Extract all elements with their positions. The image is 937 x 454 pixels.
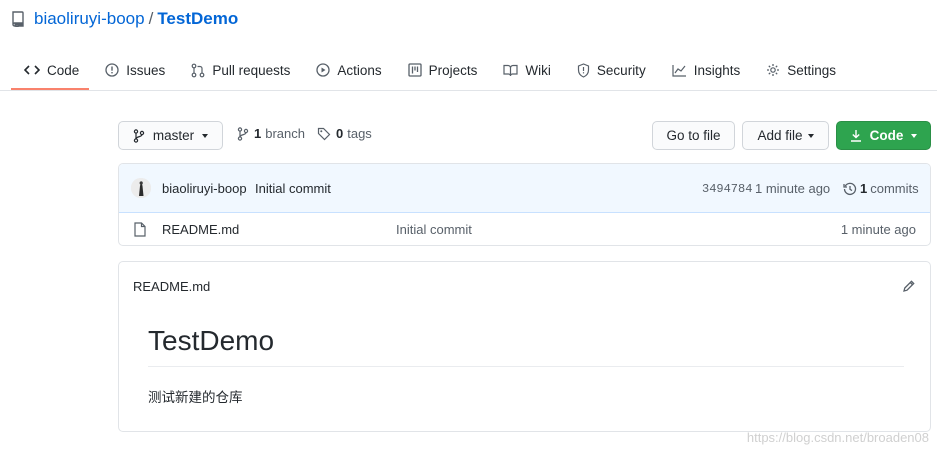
code-button-label: Code <box>869 128 904 143</box>
commits-link[interactable]: 1 commits <box>843 181 919 196</box>
branch-count: 1 <box>254 126 262 141</box>
watermark: https://blog.csdn.net/broaden08 <box>746 430 929 445</box>
code-download-button[interactable]: Code <box>836 121 931 150</box>
tab-label: Wiki <box>525 62 551 78</box>
avatar[interactable] <box>131 178 151 198</box>
branch-icon <box>133 128 145 143</box>
branches-link[interactable]: 1 branch <box>237 126 305 141</box>
branch-icon <box>237 126 249 141</box>
tab-insights[interactable]: Insights <box>659 52 754 88</box>
file-commit-link[interactable]: Initial commit <box>396 222 472 237</box>
tab-label: Insights <box>693 62 741 78</box>
tag-word: tags <box>347 126 372 141</box>
tab-issues[interactable]: Issues <box>92 52 178 88</box>
commit-sha-link[interactable]: 3494784 <box>702 182 752 196</box>
tab-settings[interactable]: Settings <box>753 52 849 88</box>
project-icon <box>407 63 422 77</box>
file-age: 1 minute ago <box>840 222 916 237</box>
tab-code[interactable]: Code <box>11 52 92 88</box>
repo-icon <box>12 11 26 27</box>
repo-nav-tabs: Code Issues Pull requests Actions Projec… <box>11 52 849 91</box>
add-file-label: Add file <box>757 128 803 143</box>
tab-security[interactable]: Security <box>564 52 659 88</box>
owner-link[interactable]: biaoliruyi-boop <box>34 9 145 29</box>
commit-age: 1 minute ago <box>755 181 831 196</box>
readme-body: 测试新建的仓库 <box>148 390 243 405</box>
play-icon <box>316 63 331 77</box>
gear-icon <box>767 64 780 76</box>
tab-label: Settings <box>787 62 837 78</box>
shield-icon <box>577 62 590 78</box>
tab-label: Code <box>47 62 80 78</box>
breadcrumb-separator: / <box>148 9 154 28</box>
download-icon <box>850 130 861 142</box>
tab-label: Security <box>596 62 646 78</box>
tab-label: Pull requests <box>212 62 291 78</box>
add-file-button[interactable]: Add file <box>742 121 829 150</box>
branch-name: master <box>152 128 195 143</box>
tab-label: Issues <box>126 62 166 78</box>
pull-request-icon <box>191 63 205 77</box>
tabs-divider <box>0 90 937 91</box>
list-item[interactable]: README.md Initial commit 1 minute ago <box>119 213 930 245</box>
chevron-down-icon <box>807 133 814 138</box>
heading-divider <box>148 366 904 367</box>
code-icon <box>24 65 40 75</box>
file-name-link[interactable]: README.md <box>162 222 239 237</box>
book-icon <box>503 64 519 76</box>
tab-label: Actions <box>337 62 382 78</box>
file-icon <box>134 222 146 237</box>
tag-icon <box>317 127 331 140</box>
graph-icon <box>672 64 686 77</box>
tab-projects[interactable]: Projects <box>395 52 491 88</box>
repo-name-link[interactable]: TestDemo <box>157 9 238 29</box>
branch-word: branch <box>265 126 305 141</box>
commit-count-word: commits <box>870 181 919 196</box>
readme-heading: TestDemo <box>148 325 275 356</box>
tag-count: 0 <box>336 126 344 141</box>
go-to-file-button[interactable]: Go to file <box>652 121 735 150</box>
tab-label: Projects <box>428 62 478 78</box>
repo-breadcrumb: biaoliruyi-boop / TestDemo <box>12 8 238 30</box>
issue-icon <box>105 63 119 77</box>
readme-title: README.md <box>133 279 211 294</box>
tab-pull-requests[interactable]: Pull requests <box>178 52 303 88</box>
commit-count: 1 <box>860 181 868 196</box>
tab-actions[interactable]: Actions <box>303 52 394 88</box>
commit-author-link[interactable]: biaoliruyi-boop <box>162 181 247 196</box>
tab-wiki[interactable]: Wiki <box>490 52 564 88</box>
readme-panel: README.md TestDemo 测试新建的仓库 <box>118 261 931 432</box>
pencil-icon[interactable] <box>902 279 916 293</box>
latest-commit-row: biaoliruyi-boop Initial commit 3494784 1… <box>119 164 930 213</box>
tags-link[interactable]: 0 tags <box>317 126 372 141</box>
chevron-down-icon <box>202 133 209 138</box>
commit-message-link[interactable]: Initial commit <box>255 181 331 196</box>
branch-select-button[interactable]: master <box>118 121 223 150</box>
history-icon <box>843 182 857 195</box>
file-browser: biaoliruyi-boop Initial commit 3494784 1… <box>118 163 931 246</box>
chevron-down-icon <box>911 133 918 138</box>
